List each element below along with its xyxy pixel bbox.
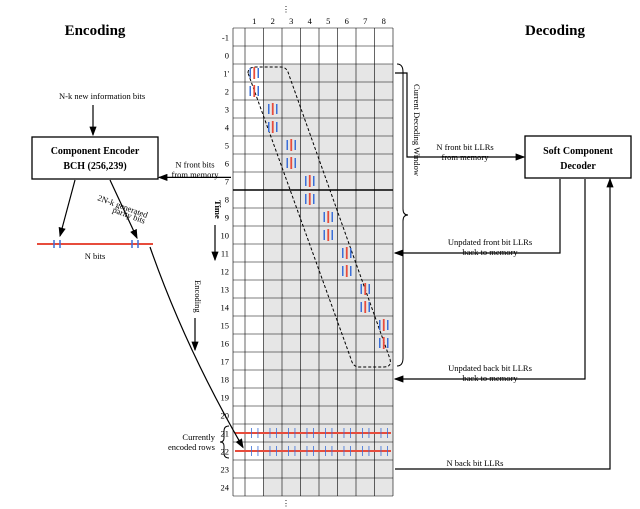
col-header: 5 [326,16,330,26]
row-label: 0 [225,51,229,61]
col-header: 6 [345,16,349,26]
front-llrs-l1: N front bit LLRs [436,142,493,152]
parity-arrow-left [60,180,75,236]
row-label: 2 [225,87,229,97]
brace-decoding-window [397,64,408,366]
updated-front-l1: Unpdated front bit LLRs [448,237,532,247]
decoder-box-l1: Soft Component [543,146,613,157]
decoding-window-label: Current Decoding Window [412,84,422,177]
front-bits-label-l1: N front bits [175,159,214,169]
col-header: 7 [363,16,367,26]
row-label: 13 [221,285,230,295]
col-header: 4 [308,16,313,26]
current-rows-label-l2: encoded rows [168,442,215,452]
front-llrs-l2: from memory [442,152,490,162]
row-label: 4 [225,123,230,133]
updated-back-arrow [395,179,585,379]
current-rows-label-l1: Currently [182,432,215,442]
row-label: 5 [225,141,229,151]
time-label: Time [213,200,223,219]
component-encoder-box [32,137,158,179]
row-label: 21 [221,429,230,439]
col-header: 8 [382,16,386,26]
row-label: 3 [225,105,229,115]
updated-front-l2: back to memory [462,247,518,257]
col-header: 3 [289,16,293,26]
row-label: 17 [221,357,230,367]
row-label: 19 [221,393,230,403]
row-label: 10 [221,231,230,241]
nbits-to-grid-arrow [150,247,243,447]
row-label: 11 [221,249,229,259]
decoder-box-l2: Decoder [560,161,596,172]
row-label: 6 [225,159,229,169]
row-label: 9 [225,213,229,223]
heading-encoding: Encoding [65,23,126,39]
col-header: 2 [271,16,275,26]
row-label: 14 [221,303,230,313]
front-bits-label-l2: from memory [172,169,220,179]
new-bits-label: N-k new information bits [59,91,145,101]
encoding-vertical-label: Encoding [193,280,203,313]
heading-decoding: Decoding [525,23,586,39]
row-label: -1 [222,33,229,43]
row-label: 23 [221,465,230,475]
memory-grid: 12345678-101'234567891011121314151617181… [221,16,394,496]
encoder-box-type: BCH (256,239) [63,161,126,172]
row-label: 18 [221,375,230,385]
row-label: 8 [225,195,229,205]
col-header: 1 [252,16,256,26]
row-label: 16 [221,339,230,349]
back-llrs-label: N back bit LLRs [447,458,504,468]
row-label: 15 [221,321,230,331]
row-label: 12 [221,267,230,277]
row-label: 1' [223,69,229,79]
updated-back-l1: Unpdated back bit LLRs [448,363,532,373]
n-bits-row [37,240,153,248]
updated-back-l2: back to memory [462,373,518,383]
encoder-box-title: Component Encoder [51,146,140,157]
dots-bottom: ⋮ [282,498,291,508]
dots-top: ⋮ [282,4,291,14]
n-bits-label: N bits [85,251,106,261]
back-llrs-arrow [395,179,610,469]
row-label: 7 [225,177,229,187]
row-label: 24 [221,483,230,493]
